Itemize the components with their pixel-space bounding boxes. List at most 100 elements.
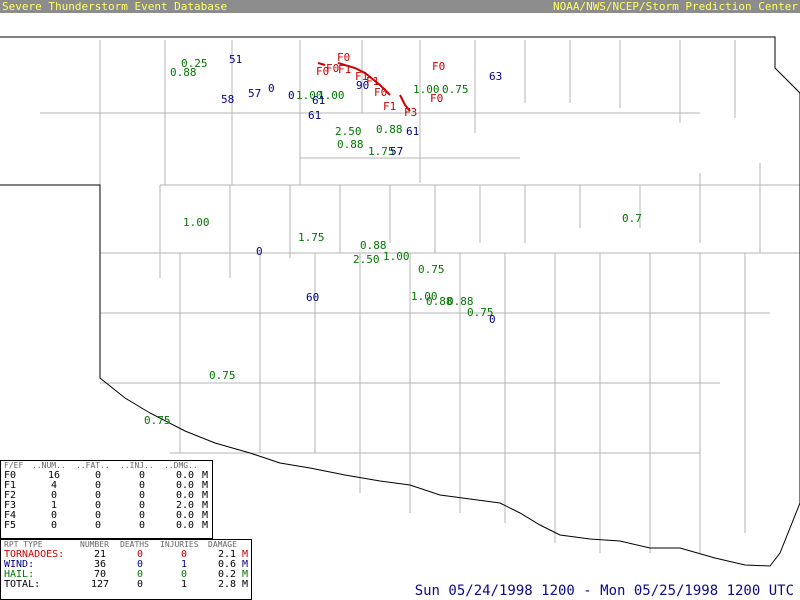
totals-damage-cell: 0.2 — [217, 570, 236, 580]
fscale-num-cell: 4 — [50, 481, 58, 491]
fscale-row: F0 16 0 0 0.0 M — [4, 471, 208, 481]
hail-report: 2.50 — [335, 125, 362, 138]
fscale-fat-cell: 0 — [94, 511, 102, 521]
col-header: NUMBER — [80, 540, 109, 549]
fscale-scale-cell: F0 — [4, 471, 17, 481]
fscale-inj-cell: 0 — [138, 501, 146, 511]
wind-report: 0 — [268, 82, 275, 95]
hail-report: 0.75 — [144, 414, 171, 427]
hail-report: 0.88 — [337, 138, 364, 151]
fscale-dmg-cell: 0.0 — [175, 481, 194, 491]
fscale-dmg-cell: 0.0 — [175, 491, 194, 501]
wind-report: 61 — [406, 125, 419, 138]
col-header: F/EF — [4, 461, 24, 470]
fscale-unit-cell: M — [201, 481, 208, 491]
tornado-report: F0 — [430, 92, 443, 105]
totals-deaths-cell: 0 — [136, 550, 144, 560]
totals-number-cell: 21 — [93, 550, 107, 560]
fscale-inj-cell: 0 — [138, 511, 146, 521]
totals-deaths-cell: 0 — [136, 570, 144, 580]
wind-report: 58 — [221, 93, 234, 106]
fscale-inj-cell: 0 — [138, 471, 146, 481]
fscale-scale-cell: F1 — [4, 481, 17, 491]
totals-unit-cell: M — [241, 580, 248, 590]
wind-report: 63 — [489, 70, 502, 83]
totals-row: TORNADOES: 21 0 0 2.1 M — [4, 550, 248, 560]
fujita-scale-summary: F/EF ..NUM.. ..FAT.. ..INJ.. ..DMG.. F0 1… — [0, 460, 213, 539]
hail-report: 2.50 — [353, 253, 380, 266]
fscale-unit-cell: M — [201, 501, 208, 511]
totals-deaths-cell: 0 — [136, 580, 144, 590]
wind-report: 61 — [308, 109, 321, 122]
col-header: DAMAGE — [208, 540, 237, 549]
totals-damage-cell: 0.6 — [217, 560, 236, 570]
totals-number-cell: 36 — [93, 560, 107, 570]
wind-report: 61 — [312, 94, 325, 107]
hail-report: 0.75 — [442, 83, 469, 96]
agency-title: NOAA/NWS/NCEP/Storm Prediction Center — [552, 0, 798, 13]
wind-report: 57 — [248, 87, 261, 100]
fscale-fat-cell: 0 — [94, 491, 102, 501]
fscale-row: F5 0 0 0 0.0 M — [4, 521, 208, 531]
col-header: INJURIES — [160, 540, 199, 549]
wind-report: 0 — [256, 245, 263, 258]
hail-report: 0.75 — [418, 263, 445, 276]
fscale-unit-cell: M — [201, 491, 208, 501]
hail-report: 1.75 — [298, 231, 325, 244]
totals-injuries-cell: 1 — [180, 560, 188, 570]
wind-report: 0 — [489, 313, 496, 326]
fscale-unit-cell: M — [201, 521, 208, 531]
fscale-scale-cell: F5 — [4, 521, 17, 531]
totals-row: HAIL: 70 0 0 0.2 M — [4, 570, 248, 580]
col-header: ..INJ.. — [120, 461, 154, 470]
totals-damage-cell: 2.1 — [217, 550, 236, 560]
wind-report: 60 — [306, 291, 319, 304]
hail-report: 0.88 — [376, 123, 403, 136]
fscale-inj-cell: 0 — [138, 521, 146, 531]
totals-number-cell: 70 — [93, 570, 107, 580]
fscale-row: F4 0 0 0 0.0 M — [4, 511, 208, 521]
totals-type-cell: HAIL: — [4, 570, 35, 580]
fscale-dmg-cell: 0.0 — [175, 511, 194, 521]
title-bar: Severe Thunderstorm Event Database NOAA/… — [0, 0, 800, 13]
tornado-report: F1 — [338, 63, 351, 76]
tornado-report: F0 — [374, 86, 387, 99]
hail-report: 0.88 — [170, 66, 197, 79]
totals-type-cell: TOTAL: — [4, 580, 41, 590]
database-title: Severe Thunderstorm Event Database — [2, 0, 228, 13]
fscale-num-cell: 0 — [50, 491, 58, 501]
totals-injuries-cell: 0 — [180, 550, 188, 560]
col-header: ..DMG.. — [164, 461, 198, 470]
col-header: ..NUM.. — [32, 461, 66, 470]
fscale-fat-cell: 0 — [94, 471, 102, 481]
fscale-scale-cell: F2 — [4, 491, 17, 501]
fscale-num-cell: 16 — [47, 471, 61, 481]
date-range: Sun 05/24/1998 1200 - Mon 05/25/1998 120… — [414, 583, 794, 599]
fscale-scale-cell: F4 — [4, 511, 17, 521]
totals-injuries-cell: 0 — [180, 570, 188, 580]
fscale-row: F2 0 0 0 0.0 M — [4, 491, 208, 501]
hail-report: 1.00 — [383, 250, 410, 263]
fscale-num-cell: 1 — [50, 501, 58, 511]
fscale-num-cell: 0 — [50, 521, 58, 531]
col-header: DEATHS — [120, 540, 149, 549]
totals-unit-cell: M — [241, 570, 248, 580]
totals-unit-cell: M — [241, 550, 248, 560]
report-totals-summary: RPT TYPE NUMBER DEATHS INJURIES DAMAGE T… — [0, 539, 252, 600]
totals-number-cell: 127 — [90, 580, 110, 590]
totals-row: WIND: 36 0 1 0.6 M — [4, 560, 248, 570]
fscale-row: F3 1 0 0 2.0 M — [4, 501, 208, 511]
fscale-inj-cell: 0 — [138, 481, 146, 491]
totals-unit-cell: M — [241, 560, 248, 570]
totals-deaths-cell: 0 — [136, 560, 144, 570]
fscale-num-cell: 0 — [50, 511, 58, 521]
totals-damage-cell: 2.8 — [217, 580, 236, 590]
wind-report: 0 — [288, 89, 295, 102]
fscale-fat-cell: 0 — [94, 481, 102, 491]
hail-report: 1.00 — [183, 216, 210, 229]
fscale-row: F1 4 0 0 0.0 M — [4, 481, 208, 491]
fscale-inj-cell: 0 — [138, 491, 146, 501]
fscale-header-row: F/EF ..NUM.. ..FAT.. ..INJ.. ..DMG.. — [4, 461, 208, 471]
wind-report: 51 — [229, 53, 242, 66]
col-header: RPT TYPE — [4, 540, 43, 549]
